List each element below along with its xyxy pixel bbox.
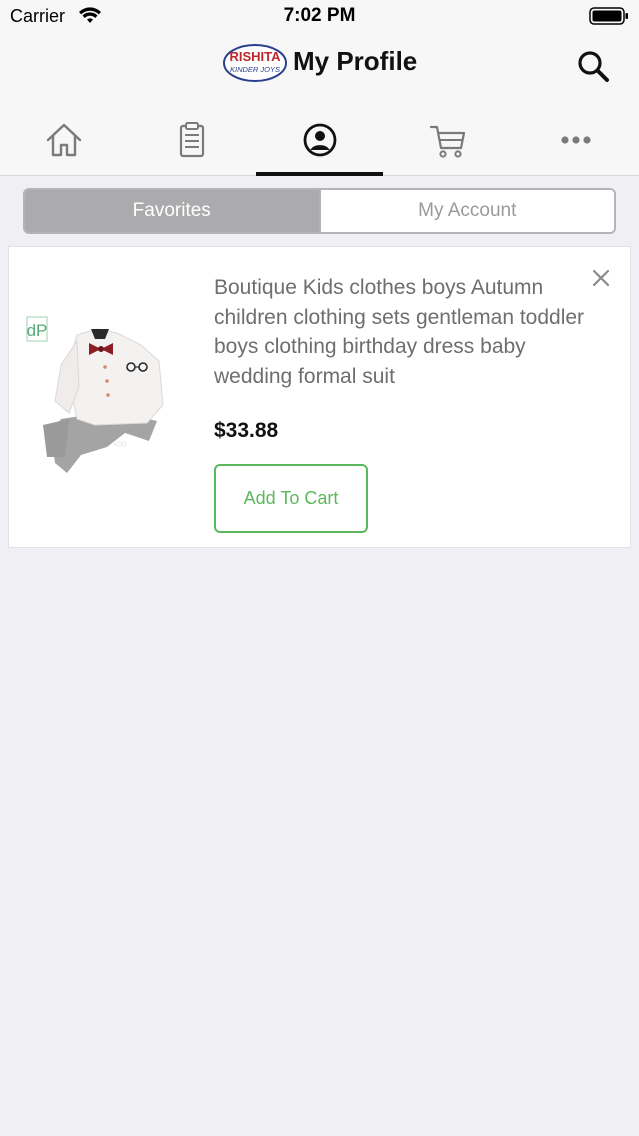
home-icon [46,123,81,157]
clipboard-icon [179,122,204,158]
tab-cart[interactable] [384,104,511,176]
profile-icon [303,123,336,157]
add-to-cart-button[interactable]: Add To Cart [214,464,368,533]
image-brand-mark: dP [27,321,48,340]
battery-icon [589,7,628,25]
segment-my-account[interactable]: My Account [318,190,614,232]
product-name[interactable]: Boutique Kids clothes boys Autumn childr… [214,273,594,391]
tab-orders[interactable] [128,104,255,176]
product-price: $33.88 [214,419,279,442]
search-icon[interactable] [575,48,611,84]
tab-home[interactable] [0,104,127,176]
status-bar: Carrier 7:02 PM [0,0,639,34]
segment-favorites[interactable]: Favorites [25,190,319,232]
more-icon [560,136,591,144]
page-title: My Profile [293,46,418,76]
tab-profile[interactable] [256,104,383,176]
close-icon[interactable] [590,267,612,289]
brand-logo: RISHITA KINDER JOYS [223,44,287,82]
status-time: 7:02 PM [283,5,356,26]
tab-bar [0,104,639,176]
logo-text-bottom: KINDER JOYS [230,65,280,74]
svg-text:×00: ×00 [113,440,127,449]
tab-more[interactable] [512,104,639,176]
nav-header: RISHITA KINDER JOYS My Profile [0,34,639,104]
logo-text-top: RISHITA [229,49,281,64]
profile-screen: Carrier 7:02 PM RISHITA KINDER JOYS My P… [0,0,639,1136]
cart-icon [429,125,465,158]
profile-segmented-control: Favorites My Account [23,188,616,234]
favorite-item-card: dP ×00 Boutique Kids clothes boys Autumn… [8,246,631,548]
product-image[interactable]: dP ×00 [21,307,191,477]
